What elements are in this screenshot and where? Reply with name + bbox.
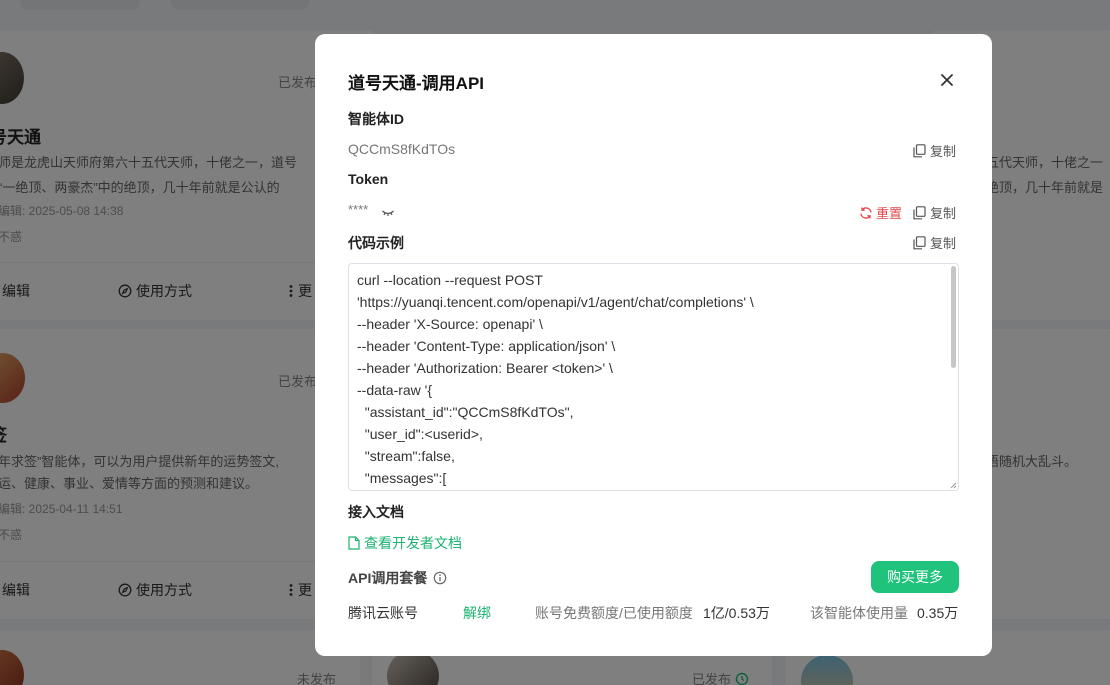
api-package-label: API调用套餐 xyxy=(348,568,447,588)
copy-agent-id-button[interactable]: 复制 xyxy=(913,141,956,160)
resize-grip-icon[interactable] xyxy=(949,481,957,489)
copy-label: 复制 xyxy=(930,236,957,251)
agent-id-value: QCCmS8fKdTOs xyxy=(348,141,456,157)
reset-token-button[interactable]: 重置 xyxy=(859,203,902,222)
developer-docs-link[interactable]: 查看开发者文档 xyxy=(348,533,462,553)
file-icon xyxy=(348,536,360,550)
code-sample-text[interactable]: curl --location --request POST 'https://… xyxy=(357,269,944,490)
copy-icon xyxy=(913,143,926,157)
eye-closed-icon xyxy=(382,210,394,216)
cloud-account-label: 腾讯云账号 xyxy=(348,605,418,621)
code-scrollbar[interactable] xyxy=(951,266,956,368)
copy-icon xyxy=(913,235,926,249)
agent-usage-label: 该智能体使用量 xyxy=(810,605,908,621)
docs-label: 接入文档 xyxy=(348,504,404,520)
copy-label: 复制 xyxy=(930,206,957,221)
token-label: Token xyxy=(348,171,389,187)
close-icon xyxy=(941,74,953,86)
token-masked: **** xyxy=(348,202,369,217)
quota-value: 1亿/0.53万 xyxy=(703,605,770,621)
quota-label: 账号免费额度/已使用额度 xyxy=(535,605,693,621)
copy-token-button[interactable]: 复制 xyxy=(913,203,956,222)
copy-label: 复制 xyxy=(930,144,957,159)
package-label-text: API调用套餐 xyxy=(348,570,428,586)
unbind-link[interactable]: 解绑 xyxy=(463,603,491,623)
close-button[interactable] xyxy=(937,70,957,90)
code-sample-textarea[interactable]: curl --location --request POST 'https://… xyxy=(348,263,959,491)
agent-id-label: 智能体ID xyxy=(348,111,404,127)
info-icon[interactable] xyxy=(433,571,447,585)
docs-link-label: 查看开发者文档 xyxy=(364,535,462,551)
api-modal: 道号天通-调用API 智能体ID QCCmS8fKdTOs 复制 Token *… xyxy=(315,34,992,656)
buy-more-button[interactable]: 购买更多 xyxy=(871,561,959,593)
copy-icon xyxy=(913,205,926,219)
agent-usage-value: 0.35万 xyxy=(917,605,959,621)
reset-label: 重置 xyxy=(876,206,903,221)
modal-title: 道号天通-调用API xyxy=(348,74,484,93)
refresh-icon xyxy=(860,206,872,219)
copy-code-button[interactable]: 复制 xyxy=(913,233,956,252)
code-sample-label: 代码示例 xyxy=(348,235,404,251)
token-visibility-toggle[interactable] xyxy=(381,206,395,218)
